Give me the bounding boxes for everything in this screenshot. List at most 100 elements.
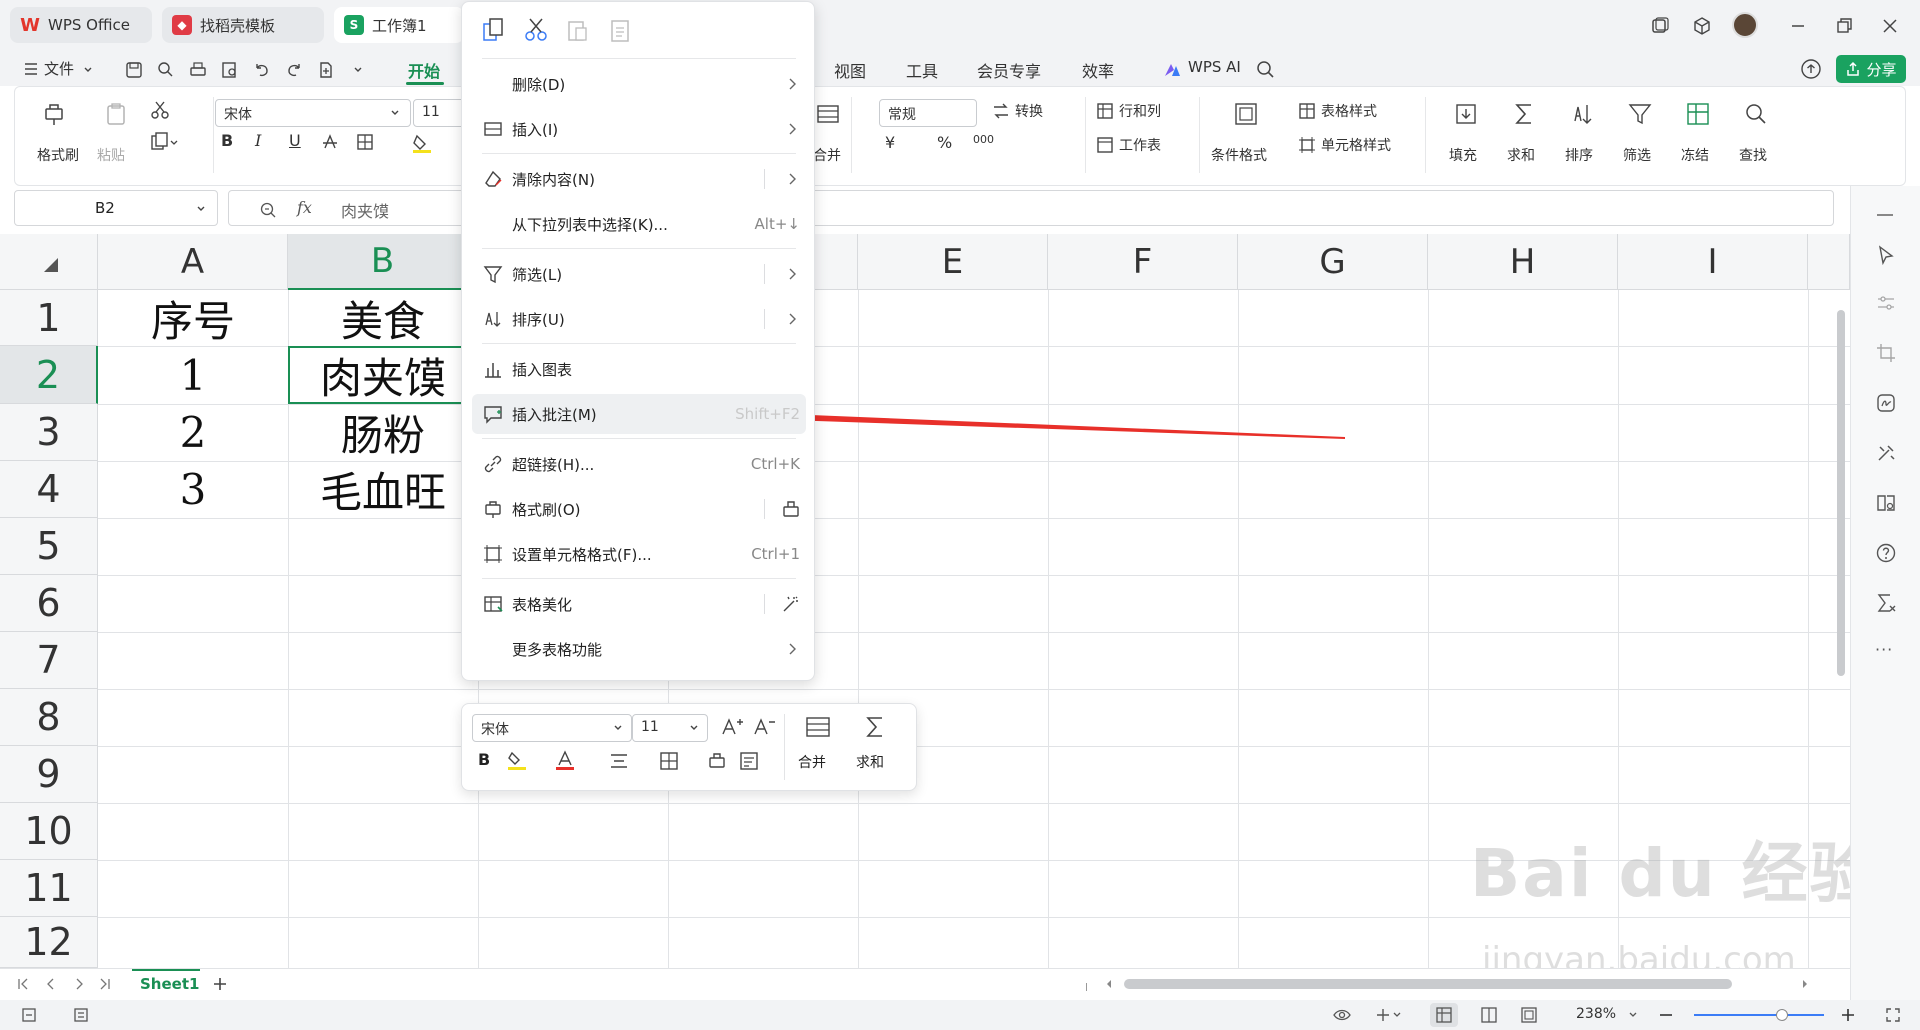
normal-view-button[interactable] [1430,1003,1458,1027]
merge-label[interactable]: 合并 [813,145,841,165]
mini-font-name-select[interactable]: 宋体 [472,714,632,742]
conditional-format-label[interactable]: 条件格式 [1211,145,1267,165]
zoom-level[interactable]: 238% [1576,1006,1616,1022]
fill-icon[interactable] [1453,101,1479,127]
zoom-out-icon[interactable] [1658,1007,1674,1023]
more-icon[interactable]: ··· [1875,640,1893,659]
menu-item-pick-from-list[interactable]: 从下拉列表中选择(K)... Alt+↓ [462,204,816,244]
cell-a1[interactable]: 序号 [98,290,288,346]
last-sheet-icon[interactable] [98,977,112,991]
freeze-label[interactable]: 冻结 [1681,145,1709,165]
border-icon[interactable] [658,750,680,772]
menu-item-format-cells[interactable]: 设置单元格格式(F)... Ctrl+1 [462,534,816,574]
filter-label[interactable]: 筛选 [1623,145,1651,165]
sum-label[interactable]: 求和 [1507,145,1535,165]
chevron-down-icon[interactable] [195,203,207,215]
filter-icon[interactable] [1627,101,1653,127]
name-box[interactable]: B2 [14,190,218,226]
row-header-6[interactable]: 6 [0,575,98,632]
eye-protection-icon[interactable] [1332,1006,1352,1024]
menu-item-format-painter[interactable]: 格式刷(O) [462,489,816,529]
signature-icon[interactable] [1875,392,1897,414]
format-painter-icon[interactable] [706,750,728,772]
tools-icon[interactable] [1875,442,1897,464]
fill-color-icon[interactable] [411,132,433,154]
cut-icon[interactable] [522,16,550,44]
row-header-10[interactable]: 10 [0,803,98,860]
cut-icon[interactable] [149,99,171,121]
sort-icon[interactable] [1569,101,1595,127]
cube-icon[interactable] [1692,16,1712,36]
fx-icon[interactable]: fx [297,198,312,217]
font-name-select[interactable]: 宋体 [215,99,411,127]
scrollbar-thumb[interactable] [1837,310,1845,676]
sum-icon[interactable] [862,714,888,740]
prev-sheet-icon[interactable] [44,977,58,991]
select-all-corner[interactable] [0,234,98,290]
cell-style-icon[interactable] [1297,135,1317,155]
tab-docer-templates[interactable]: ◆ 找稻壳模板 [162,7,324,43]
freeze-icon[interactable] [1685,101,1711,127]
cell-b1[interactable]: 美食 [288,290,478,346]
zoom-slider-thumb[interactable] [1776,1009,1788,1021]
zoom-formula-icon[interactable] [259,201,277,219]
increase-font-icon[interactable] [720,716,744,738]
bold-button[interactable]: B [221,131,233,150]
row-header-7[interactable]: 7 [0,632,98,689]
menu-view[interactable]: 视图 [834,58,866,82]
fill-label[interactable]: 填充 [1449,145,1477,165]
page-break-view-icon[interactable] [1480,1006,1498,1024]
book-icon[interactable] [1875,492,1897,514]
magic-wand-icon[interactable] [780,593,802,615]
row-col-label[interactable]: 行和列 [1119,101,1161,121]
thousands-button[interactable]: 000 [973,133,994,146]
zoom-in-icon[interactable] [1840,1007,1856,1023]
row-header-11[interactable]: 11 [0,860,98,917]
save-icon[interactable] [124,60,144,80]
menu-item-delete[interactable]: 删除(D) [462,64,816,104]
tab-workbook[interactable]: S 工作簿1 [334,7,464,43]
copy-icon[interactable] [149,131,179,153]
format-painter-icon[interactable] [780,498,802,520]
wrap-text-icon[interactable] [738,750,760,772]
menu-item-clear-contents[interactable]: 清除内容(N) [462,159,816,199]
sheet-tab-sheet1[interactable]: Sheet1 [140,975,199,993]
font-color-icon[interactable] [554,750,576,772]
underline-button[interactable]: U [289,131,301,150]
convert-icon[interactable] [991,101,1011,121]
column-header-e[interactable]: E [858,234,1048,290]
chevron-down-icon[interactable] [1628,1010,1638,1020]
format-painter-label[interactable]: 格式刷 [37,145,79,165]
scroll-left-icon[interactable] [1104,978,1114,990]
hamburger-icon[interactable] [22,60,40,78]
cursor-select-icon[interactable] [1875,244,1897,266]
conditional-format-icon[interactable] [1233,101,1259,127]
scroll-right-icon[interactable] [1800,978,1810,990]
percent-button[interactable]: % [937,133,952,152]
convert-label[interactable]: 转换 [1015,101,1043,121]
cell-a2[interactable]: 1 [98,346,288,404]
undo-icon[interactable] [252,60,272,80]
chevron-down-icon[interactable] [352,64,364,76]
macro-icon[interactable] [20,1006,38,1024]
next-sheet-icon[interactable] [72,977,86,991]
decrease-font-icon[interactable] [752,716,776,738]
cell-a4[interactable]: 3 [98,461,288,518]
menu-home[interactable]: 开始 [408,58,440,82]
print-icon[interactable] [188,60,208,80]
view-mode-icon[interactable] [1374,1006,1402,1024]
number-format-select[interactable]: 常规 [879,99,977,127]
row-header-8[interactable]: 8 [0,689,98,746]
menu-file[interactable]: 文件 [44,58,74,79]
align-icon[interactable] [608,750,630,772]
row-header-12[interactable]: 12 [0,917,98,968]
tab-wps-office[interactable]: W WPS Office [10,7,152,43]
row-header-2[interactable]: 2 [0,346,98,404]
print-preview-icon[interactable] [220,60,240,80]
menu-item-insert-chart[interactable]: 插入图表 [462,349,816,389]
restore-icon[interactable] [1834,16,1854,36]
fullscreen-icon[interactable] [1884,1006,1902,1024]
add-sheet-icon[interactable] [212,976,228,992]
worksheet-icon[interactable] [1095,135,1115,155]
worksheet-label[interactable]: 工作表 [1119,135,1161,155]
